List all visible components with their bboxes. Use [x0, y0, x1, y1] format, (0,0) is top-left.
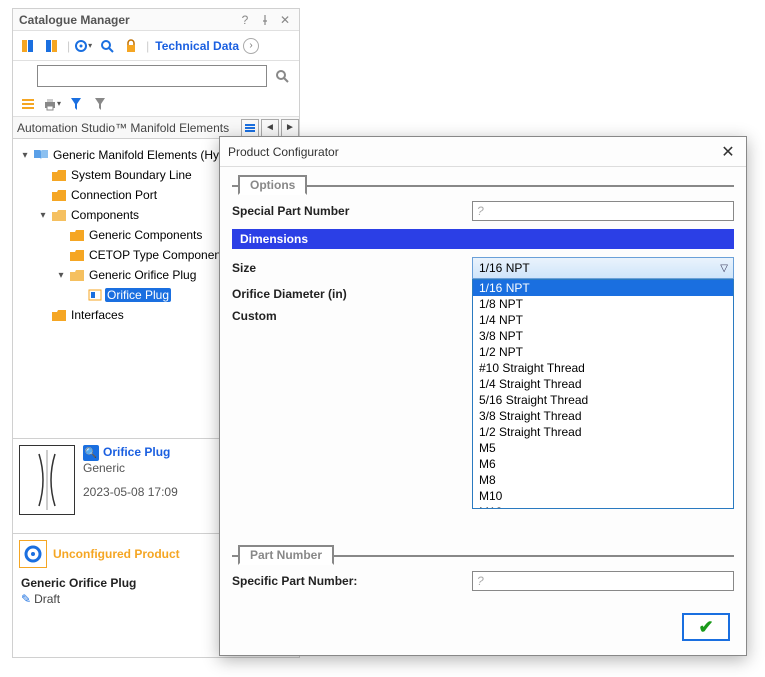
search-icon[interactable]	[96, 35, 118, 57]
magnifier-icon[interactable]: 🔍	[83, 445, 99, 461]
filter-icon-1[interactable]	[65, 93, 87, 115]
check-icon: ✔	[698, 617, 713, 638]
toolbar-main: | ▾ | Technical Data ›	[13, 31, 299, 61]
panel-header: Catalogue Manager ? ✕	[13, 9, 299, 31]
part-number-tab: Part Number	[238, 545, 334, 565]
specific-part-label: Specific Part Number:	[232, 574, 472, 588]
size-option[interactable]: M6	[473, 456, 733, 472]
size-combo-box[interactable]: 1/16 NPT ▽	[472, 257, 734, 279]
size-option[interactable]: M12	[473, 504, 733, 509]
folder-open-icon	[51, 208, 67, 222]
breadcrumb-forward[interactable]: ►	[281, 119, 299, 137]
orifice-label: Orifice Diameter (in)	[232, 287, 472, 301]
specific-part-row: Specific Part Number:	[232, 571, 734, 591]
breadcrumb-menu-icon[interactable]	[241, 119, 259, 137]
size-option[interactable]: 1/8 NPT	[473, 296, 733, 312]
dialog-header: Product Configurator ✕	[220, 137, 746, 167]
pencil-icon: ✎	[21, 592, 31, 606]
preview-title: Orifice Plug	[103, 445, 170, 459]
lock-icon[interactable]	[120, 35, 142, 57]
unconfigured-label: Unconfigured Product	[53, 547, 180, 561]
size-combo[interactable]: 1/16 NPT ▽ 1/16 NPT1/8 NPT1/4 NPT3/8 NPT…	[472, 257, 734, 279]
chevron-down-icon: ▽	[720, 263, 728, 274]
breadcrumb[interactable]: Automation Studio™ Manifold Elements	[13, 121, 239, 135]
catalog-icon-1[interactable]	[17, 35, 39, 57]
preview-thumbnail	[19, 445, 75, 515]
search-input[interactable]	[37, 65, 267, 87]
panel-title: Catalogue Manager	[19, 13, 233, 27]
specific-part-input[interactable]	[472, 571, 734, 591]
search-button[interactable]	[271, 65, 293, 87]
size-option[interactable]: 3/8 Straight Thread	[473, 408, 733, 424]
custom-label: Custom	[232, 309, 472, 323]
options-group: Options	[232, 175, 734, 197]
size-option[interactable]: 1/2 NPT	[473, 344, 733, 360]
technical-data-arrow[interactable]: ›	[243, 38, 259, 54]
filter-icon-2[interactable]	[89, 93, 111, 115]
size-value: 1/16 NPT	[479, 261, 530, 275]
print-icon[interactable]: ▾	[41, 93, 63, 115]
gear-icon[interactable]	[19, 540, 47, 568]
technical-data-link[interactable]: Technical Data	[155, 39, 239, 53]
help-button[interactable]: ?	[237, 12, 253, 28]
size-option[interactable]: 1/4 NPT	[473, 312, 733, 328]
special-part-row: Special Part Number	[232, 201, 734, 221]
size-dropdown-list[interactable]: 1/16 NPT1/8 NPT1/4 NPT3/8 NPT1/2 NPT#10 …	[472, 279, 734, 509]
size-row: Size 1/16 NPT ▽ 1/16 NPT1/8 NPT1/4 NPT3/…	[232, 257, 734, 279]
size-option[interactable]: 1/16 NPT	[473, 280, 733, 296]
list-view-icon[interactable]	[17, 93, 39, 115]
folder-open-icon	[69, 268, 85, 282]
size-option[interactable]: 1/2 Straight Thread	[473, 424, 733, 440]
options-tab: Options	[238, 175, 307, 195]
pin-button[interactable]	[257, 12, 273, 28]
size-option[interactable]: 1/4 Straight Thread	[473, 376, 733, 392]
dialog-title: Product Configurator	[228, 145, 718, 159]
ok-button[interactable]: ✔	[682, 613, 730, 641]
breadcrumb-back[interactable]: ◄	[261, 119, 279, 137]
search-row	[13, 61, 299, 91]
special-part-label: Special Part Number	[232, 204, 472, 218]
catalog-icon-2[interactable]	[41, 35, 63, 57]
folder-icon	[51, 308, 67, 322]
folder-icon	[51, 168, 67, 182]
size-option[interactable]: M8	[473, 472, 733, 488]
size-option[interactable]: M5	[473, 440, 733, 456]
folder-icon	[69, 228, 85, 242]
folder-icon	[51, 188, 67, 202]
close-button[interactable]: ✕	[718, 142, 738, 162]
toolbar-secondary: ▾	[13, 91, 299, 117]
folder-icon	[69, 248, 85, 262]
book-icon	[33, 148, 49, 162]
size-label: Size	[232, 261, 472, 275]
special-part-input[interactable]	[472, 201, 734, 221]
size-option[interactable]: M10	[473, 488, 733, 504]
part-number-group: Part Number	[232, 545, 734, 567]
size-option[interactable]: #10 Straight Thread	[473, 360, 733, 376]
component-icon	[87, 288, 103, 302]
size-option[interactable]: 5/16 Straight Thread	[473, 392, 733, 408]
size-option[interactable]: 3/8 NPT	[473, 328, 733, 344]
product-configurator-dialog: Product Configurator ✕ Options Special P…	[219, 136, 747, 656]
close-panel-button[interactable]: ✕	[277, 12, 293, 28]
dimensions-header: Dimensions	[232, 229, 734, 249]
gear-dropdown-icon[interactable]: ▾	[72, 35, 94, 57]
